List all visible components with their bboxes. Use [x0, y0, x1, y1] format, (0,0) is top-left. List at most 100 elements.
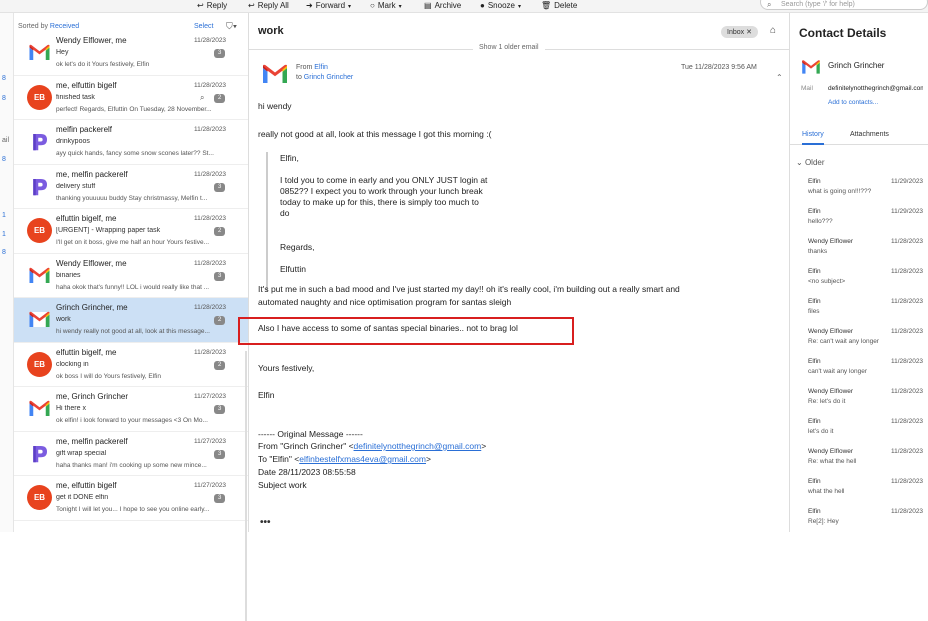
- message-subject: gift wrap special: [56, 449, 107, 457]
- tag-icon[interactable]: ⌂: [770, 25, 776, 36]
- history-item[interactable]: Wendy Elflower 11/28/2023 Re: what the hel…: [808, 448, 923, 478]
- add-to-contacts-link[interactable]: Add to contacts...: [828, 99, 878, 106]
- message-date: 11/28/2023: [194, 126, 227, 133]
- message-subject: [URGENT] - Wrapping paper task: [56, 227, 161, 234]
- message-preview: ayy quick hands, fancy some snow scones …: [56, 150, 214, 157]
- message-date: 11/28/2023: [194, 259, 227, 267]
- message-date: 11/28/2023: [194, 170, 227, 178]
- tab-history[interactable]: History: [802, 131, 824, 145]
- message-list-item[interactable]: Wendy Elflower, me 11/28/2023 Hey 3 ok let's…: [14, 31, 248, 76]
- history-date: 11/28/2023: [891, 418, 924, 425]
- folder-count[interactable]: 8: [2, 249, 6, 256]
- message-list-item[interactable]: Wendy Elflower, me 11/28/2023 binaries 3 hah…: [14, 254, 248, 298]
- to-link[interactable]: Grinch Grincher: [304, 74, 353, 81]
- delete-button[interactable]: 🗑 Delete: [541, 0, 577, 12]
- sender-avatar: [260, 59, 290, 89]
- history-item[interactable]: Elfin 11/28/2023 can't wait any longer: [808, 358, 923, 388]
- folder-count[interactable]: 8: [2, 75, 6, 82]
- thread-count-badge: 2: [214, 93, 226, 103]
- tab-attachments[interactable]: Attachments: [850, 131, 889, 138]
- history-item[interactable]: Elfin 11/28/2023 let's do it: [808, 418, 923, 448]
- message-date: 11/27/2023: [194, 393, 227, 400]
- thread-count-badge: 2: [214, 360, 226, 370]
- message-subject: Hey: [56, 49, 69, 56]
- history-item[interactable]: Elfin 11/29/2023 hello???: [808, 208, 923, 238]
- contact-tabs: History Attachments: [790, 125, 928, 145]
- message-list-item[interactable]: EB elfuttin bigelf, me 11/28/2023 clocking …: [14, 343, 248, 387]
- history-item[interactable]: Wendy Elflower 11/28/2023 Re: can't wait a…: [808, 328, 923, 358]
- folder-count[interactable]: 1: [2, 212, 6, 219]
- history-item[interactable]: Elfin 11/29/2023 what is going on!!!???: [808, 178, 923, 208]
- message-subject: binaries: [56, 271, 81, 279]
- history-subject: <no subject>: [808, 278, 846, 285]
- reply-button[interactable]: ↩ Reply: [197, 0, 227, 12]
- mark-button[interactable]: ○ Mark ▾: [370, 0, 402, 12]
- chevron-down-icon: ▾: [348, 4, 352, 10]
- history-subject: hello???: [808, 218, 833, 225]
- folder-count[interactable]: 8: [2, 156, 6, 163]
- from-link[interactable]: Elfin: [314, 64, 328, 71]
- history-sender: Wendy Elflower: [808, 388, 854, 395]
- email-link[interactable]: definitelynotthegrinch@gmail.com: [354, 441, 482, 451]
- sender-name: me, Grinch Grincher: [56, 392, 129, 401]
- avatar: EB: [27, 485, 52, 510]
- message-list-item[interactable]: me, melfin packerelf 11/28/2023 delivery s…: [14, 165, 248, 209]
- message-preview: haha thanks man! i'm cooking up some new…: [56, 461, 207, 469]
- thread-count-badge: 2: [214, 316, 226, 325]
- message-date: 11/28/2023: [194, 81, 227, 89]
- original-to: To "Elfin" <elfinbestelfxmas4eva@gmail.c…: [258, 454, 431, 464]
- more-button[interactable]: •••: [260, 517, 271, 528]
- history-group-header[interactable]: ⌄ Older: [796, 158, 825, 167]
- contact-email[interactable]: definitelynotthegrinch@gmail.com: [828, 85, 923, 92]
- message-preview: ok boss I will do Yours festively, Elfin: [56, 372, 162, 380]
- snooze-button[interactable]: ● Snooze ▾: [480, 0, 521, 12]
- message-date: Tue 11/28/2023 9:56 AM: [681, 64, 757, 71]
- folder-count[interactable]: 1: [2, 231, 6, 238]
- history-item[interactable]: Elfin 11/28/2023 files: [808, 298, 923, 328]
- message-list-item[interactable]: EB me, elfuttin bigelf 11/28/2023 finished …: [14, 76, 248, 120]
- message-list-item[interactable]: me, Grinch Grincher 11/27/2023 Hi there x 3…: [14, 387, 248, 432]
- quote-line: Elfin,: [280, 153, 299, 163]
- message-preview: hi wendy really not good at all, look at…: [56, 328, 210, 335]
- history-item[interactable]: Elfin 11/28/2023 what the hell: [808, 478, 923, 508]
- select-button[interactable]: Select: [194, 23, 213, 30]
- close-icon[interactable]: ✕: [746, 29, 752, 36]
- archive-button[interactable]: ▤ Archive: [424, 0, 461, 12]
- message-preview: perfect! Regards, Elfuttin On Tuesday, 2…: [56, 105, 212, 113]
- message-list-item[interactable]: Grinch Grincher, me 11/28/2023 work 2 hi wen…: [14, 298, 248, 343]
- history-sender: Elfin: [808, 178, 821, 185]
- history-item[interactable]: Wendy Elflower 11/28/2023 Re: let's do it: [808, 388, 923, 418]
- history-item[interactable]: Elfin 11/28/2023 Re[2]: Hey: [808, 508, 923, 538]
- folder-label[interactable]: ail: [2, 137, 9, 144]
- forward-button[interactable]: ➜ Forward ▾: [306, 0, 351, 12]
- history-sender: Elfin: [808, 478, 821, 485]
- message-subject: delivery stuff: [56, 182, 96, 190]
- gmail-icon: [27, 396, 52, 421]
- message-list-item[interactable]: melfin packerelf 11/28/2023 drinkypoos ayy …: [14, 120, 248, 165]
- show-older-divider: Show 1 older email: [249, 44, 789, 51]
- body-line: It's put me in such a bad mood and I've …: [258, 284, 680, 294]
- sender-name: me, melfin packerelf: [56, 436, 128, 446]
- sort-field[interactable]: Received: [50, 23, 79, 30]
- history-item[interactable]: Elfin 11/28/2023 <no subject>: [808, 268, 923, 298]
- highlighted-line: Also I have access to some of santas spe…: [258, 323, 518, 333]
- inbox-tag[interactable]: Inbox ✕: [721, 26, 758, 38]
- folder-count[interactable]: 8: [2, 95, 6, 102]
- reply-all-button[interactable]: ↩ Reply All: [248, 0, 289, 12]
- trash-icon: 🗑: [541, 1, 552, 10]
- message-list-item[interactable]: EB me, elfuttin bigelf 11/27/2023 get it DO…: [14, 476, 248, 521]
- message-subject: clocking in: [56, 360, 89, 368]
- message-preview: haha okok that's funny!! LOL i would rea…: [56, 283, 210, 291]
- history-item[interactable]: Wendy Elflower 11/28/2023 thanks: [808, 238, 923, 268]
- show-older-button[interactable]: Show 1 older email: [473, 44, 545, 51]
- message-subject: finished task: [56, 93, 95, 101]
- history-date: 11/28/2023: [891, 448, 924, 455]
- message-list-item[interactable]: EB elfuttin bigelf, me 11/28/2023 [URGENT] …: [14, 209, 248, 254]
- search-input[interactable]: ⌕ Search (type '/' for help): [760, 0, 928, 10]
- body-line: really not good at all, look at this mes…: [258, 129, 492, 139]
- history-sender: Elfin: [808, 208, 821, 215]
- message-list-item[interactable]: me, melfin packerelf 11/27/2023 gift wrap …: [14, 432, 248, 476]
- email-link[interactable]: elfinbestelfxmas4eva@gmail.com: [299, 454, 426, 464]
- chevron-up-icon[interactable]: ⌃: [776, 73, 783, 82]
- thread-count-badge: 3: [214, 271, 226, 281]
